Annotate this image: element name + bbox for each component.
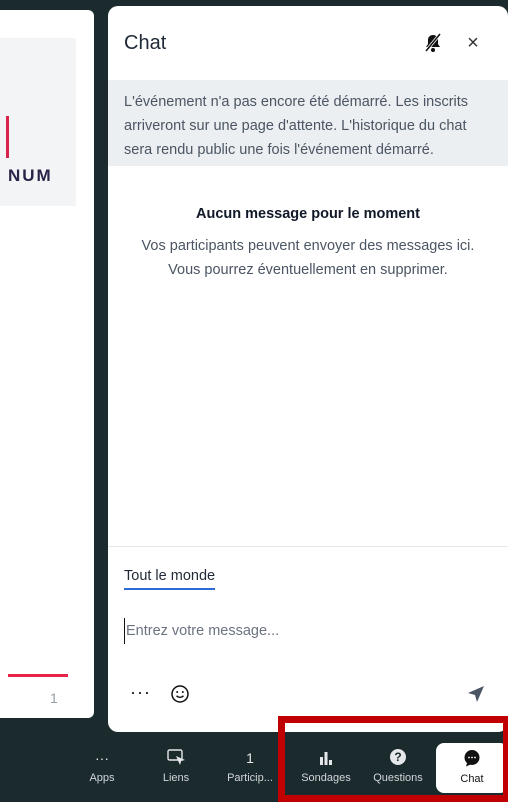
poll-icon (320, 752, 332, 765)
stage-count: 1 (50, 690, 58, 706)
empty-state-body: Vos participants peuvent envoyer des mes… (108, 234, 508, 282)
toolbar-chat[interactable]: Chat (436, 743, 508, 793)
stage-area: NUM 1 (0, 0, 96, 732)
empty-state-title: Aucun message pour le moment (196, 206, 420, 222)
more-options-button[interactable]: ··· (130, 682, 151, 703)
toolbar-label: Sondages (301, 772, 351, 784)
toolbar-label: Chat (460, 773, 484, 785)
chat-icon (464, 750, 480, 767)
slide-text: NUM (8, 166, 53, 185)
emoji-icon (171, 685, 189, 703)
toolbar-polls[interactable]: Sondages (296, 742, 356, 794)
slide-accent-mark (6, 116, 9, 158)
audience-tab-everyone[interactable]: Tout le monde (124, 568, 216, 590)
composer-divider (108, 546, 508, 547)
bell-slash-icon (424, 33, 442, 52)
toolbar-apps[interactable]: ··· Apps (84, 742, 120, 794)
chat-title: Chat (124, 32, 167, 54)
chat-header: Chat × (108, 6, 508, 80)
stage-card: NUM 1 (0, 10, 94, 718)
apps-icon: ··· (95, 750, 109, 766)
toolbar-label: Particip... (227, 772, 273, 784)
participant-count: 1 (246, 750, 254, 766)
toolbar-participants[interactable]: 1 Particip... (220, 742, 280, 794)
stage-progress-line (8, 674, 68, 677)
question-icon: ? (390, 749, 406, 765)
toolbar-label: Apps (89, 772, 115, 784)
message-input[interactable] (124, 618, 492, 644)
link-icon (167, 749, 185, 765)
emoji-button[interactable] (170, 684, 190, 704)
empty-state-line: Vos participants peuvent envoyer des mes… (141, 238, 475, 254)
slide-preview: NUM (0, 38, 76, 206)
toolbar-questions[interactable]: ? Questions (370, 742, 426, 794)
mute-notifications-button[interactable] (420, 30, 446, 56)
send-button[interactable] (466, 684, 486, 704)
chat-panel: Chat × L'événement n'a pas encore été dé… (108, 6, 508, 732)
close-button[interactable]: × (460, 30, 486, 56)
toolbar-links[interactable]: Liens (156, 742, 196, 794)
toolbar-label: Questions (373, 772, 423, 784)
svg-text:?: ? (394, 750, 401, 764)
empty-state: Aucun message pour le moment Vos partici… (108, 206, 508, 282)
toolbar-label: Liens (162, 772, 190, 784)
event-notice: L'événement n'a pas encore été démarré. … (108, 80, 508, 166)
send-icon (468, 686, 484, 702)
bottom-toolbar: ··· Apps Liens 1 Particip... Sondages ? … (0, 742, 508, 802)
close-icon: × (467, 32, 479, 54)
empty-state-line: Vous pourrez éventuellement en supprimer… (168, 262, 448, 278)
